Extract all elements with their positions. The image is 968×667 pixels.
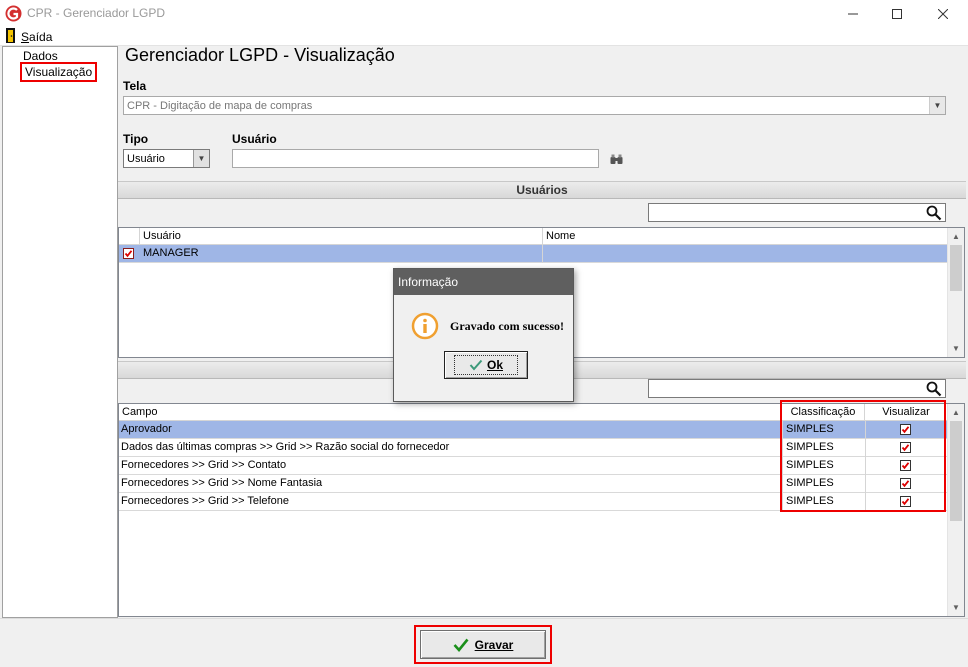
cell-campo: Aprovador [121,423,172,435]
users-section-header: Usuários [118,181,966,199]
app-logo-icon [5,5,22,22]
scroll-up-icon[interactable]: ▲ [948,228,964,245]
tipo-select-value: Usuário [127,153,165,165]
search-icon[interactable] [926,205,942,221]
navigation-tree [2,46,118,618]
search-icon[interactable] [926,381,942,397]
menu-exit-rest: aída [29,30,53,44]
save-button[interactable]: Gravar [420,630,546,659]
usuario-label: Usuário [232,132,277,146]
title-bar: CPR - Gerenciador LGPD [0,0,968,27]
column-header-usuario[interactable]: Usuário [140,228,543,245]
ok-button-label: Ok [486,358,503,372]
dialog-message: Gravado com sucesso! [450,319,564,333]
info-icon [411,312,439,340]
minimize-icon [848,13,858,14]
users-search-input[interactable] [648,203,946,222]
cell-campo: Fornecedores >> Grid >> Telefone [121,495,289,507]
fields-grid: Campo Classificação Visualizar Aprovador… [118,400,965,617]
window-title: CPR - Gerenciador LGPD [27,6,166,20]
binoculars-icon[interactable] [610,154,623,165]
tipo-label: Tipo [123,132,149,146]
fields-grid-scrollbar[interactable]: ▲ ▼ [947,404,964,616]
fields-search-input[interactable] [648,379,946,398]
cell-campo: Fornecedores >> Grid >> Nome Fantasia [121,477,323,489]
dialog-title: Informação [394,269,573,295]
page-title: Gerenciador LGPD - Visualização [125,45,395,65]
tree-item-dados[interactable]: Dados [23,49,58,63]
exit-door-icon [6,28,15,43]
tela-label: Tela [123,79,147,93]
chevron-down-icon[interactable]: ▼ [193,150,209,167]
menu-bar: Saída [0,27,968,46]
column-header-campo[interactable]: Campo [119,404,782,421]
close-icon [938,8,948,19]
scroll-down-icon[interactable]: ▼ [948,599,964,616]
column-header-nome[interactable]: Nome [543,228,948,245]
save-button-label: Gravar [474,637,514,652]
chevron-down-icon[interactable]: ▼ [929,97,945,114]
tipo-select[interactable]: Usuário ▼ [123,149,210,168]
tela-combo-value: CPR - Digitação de mapa de compras [127,100,313,112]
users-grid-corner [119,228,140,245]
usuario-input[interactable] [232,149,599,168]
row-checkbox[interactable] [123,248,134,259]
scroll-thumb[interactable] [950,421,962,521]
scroll-thumb[interactable] [950,245,962,291]
maximize-icon [892,8,902,19]
scroll-up-icon[interactable]: ▲ [948,404,964,421]
checkmark-icon [124,250,133,258]
scroll-down-icon[interactable]: ▼ [948,340,964,357]
tela-combo[interactable]: CPR - Digitação de mapa de compras ▼ [123,96,946,115]
menu-item-exit[interactable]: Saída [21,30,52,44]
cell-campo: Fornecedores >> Grid >> Contato [121,459,287,471]
info-dialog: Informação Gravado com sucesso! Ok [393,268,574,402]
ok-button[interactable]: Ok [444,351,528,379]
minimize-button[interactable] [830,0,876,27]
maximize-button[interactable] [874,0,920,27]
cell-nome [543,245,948,263]
table-row[interactable]: MANAGER [119,245,948,263]
highlight-box [780,400,946,512]
checkmark-icon [453,638,469,652]
checkmark-icon [469,359,483,371]
cell-campo: Dados das últimas compras >> Grid >> Raz… [121,441,450,453]
close-button[interactable] [920,0,966,27]
ok-button-focus: Ok [453,355,518,375]
tree-item-visualizacao[interactable]: Visualização [19,62,98,82]
cell-usuario: MANAGER [140,245,543,263]
users-grid-scrollbar[interactable]: ▲ ▼ [947,228,964,357]
